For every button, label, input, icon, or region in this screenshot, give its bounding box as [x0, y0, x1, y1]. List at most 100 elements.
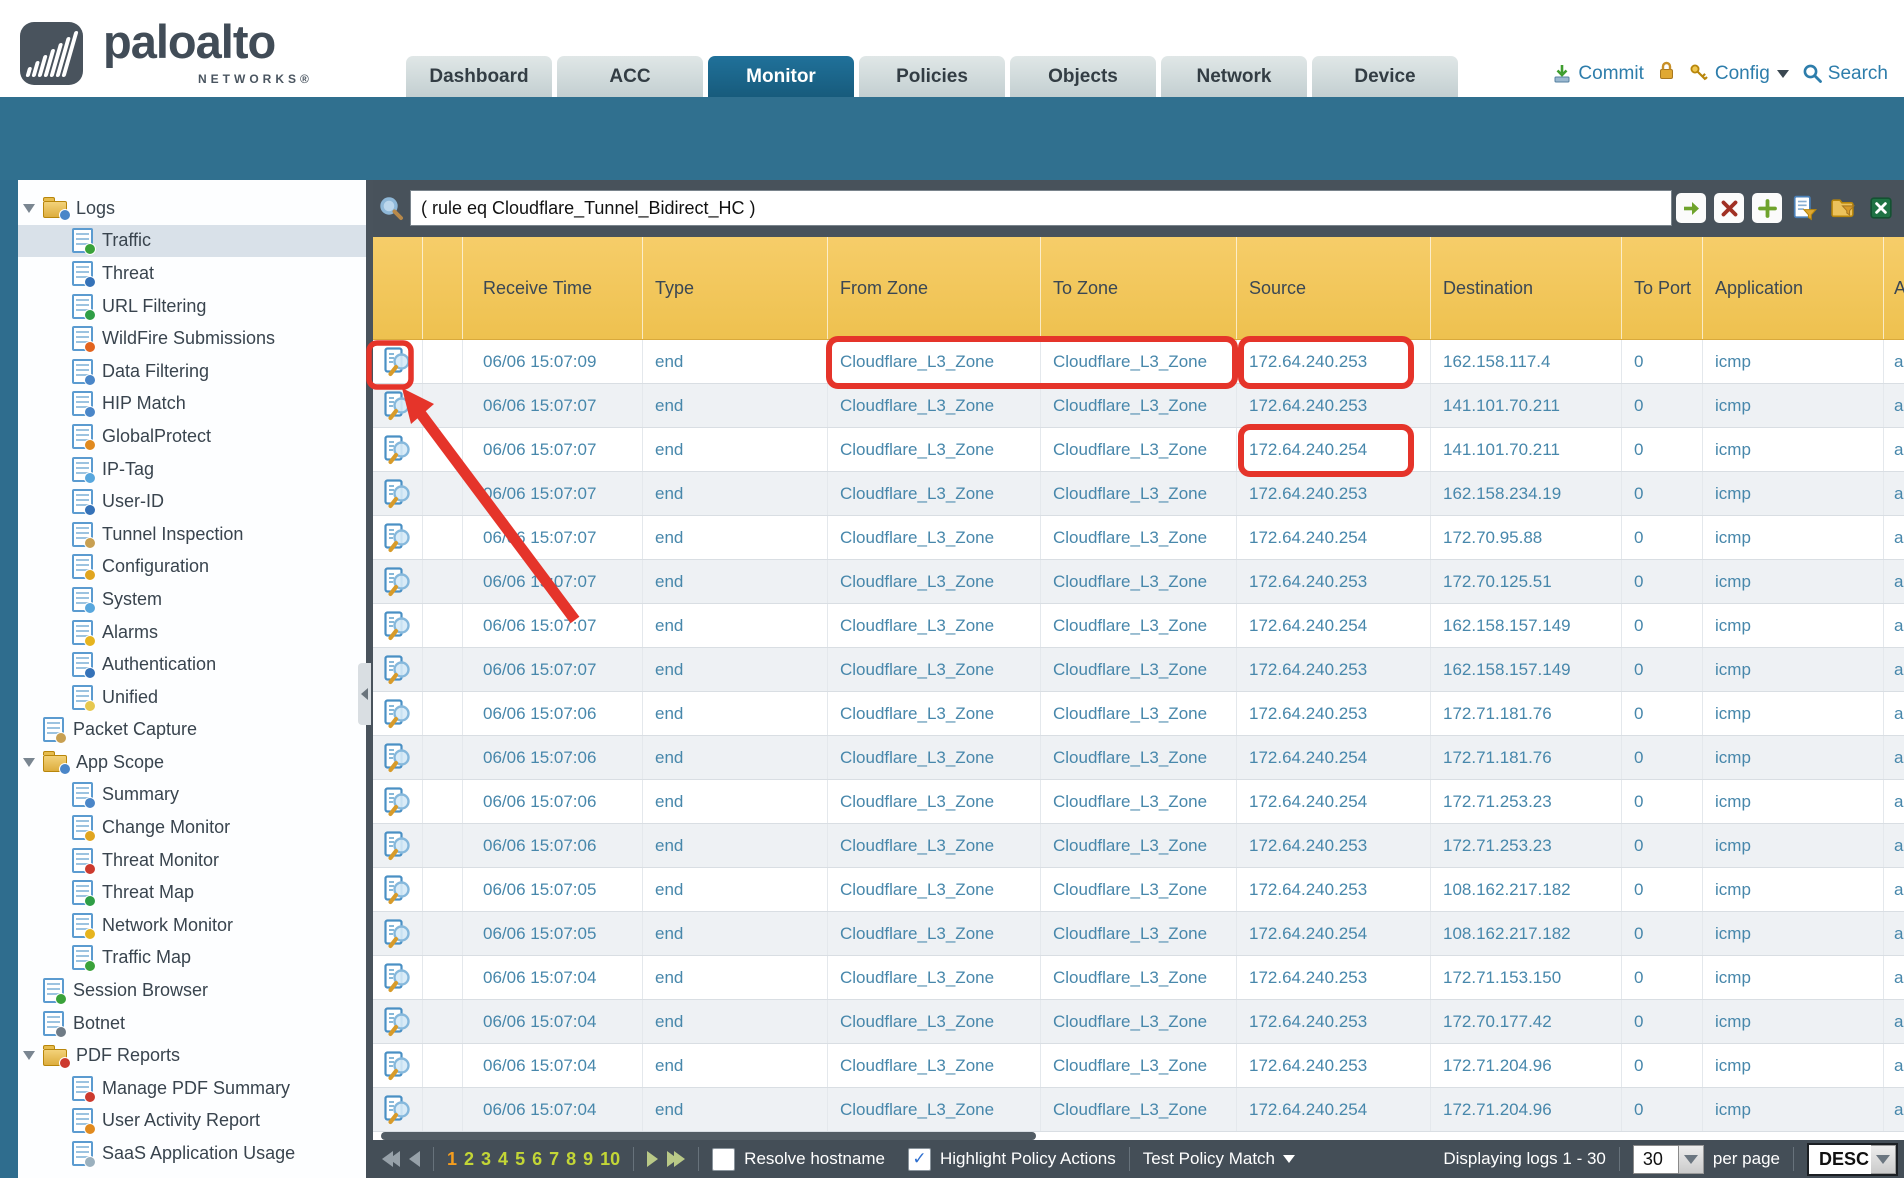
cell-type[interactable]: end	[643, 1000, 828, 1043]
cell-type[interactable]: end	[643, 1044, 828, 1087]
table-row[interactable]: 06/06 15:07:07endCloudflare_L3_ZoneCloud…	[373, 472, 1904, 516]
sidebar-item-threat-map[interactable]: Threat Map	[18, 876, 366, 909]
log-detail-icon[interactable]	[382, 1094, 412, 1126]
table-row[interactable]: 06/06 15:07:07endCloudflare_L3_ZoneCloud…	[373, 604, 1904, 648]
cell-source[interactable]: 172.64.240.253	[1237, 956, 1431, 999]
last-page-button[interactable]	[667, 1151, 685, 1167]
cell-app[interactable]: icmp	[1703, 780, 1884, 823]
test-policy-match-button[interactable]: Test Policy Match	[1143, 1149, 1295, 1169]
cell-to[interactable]: Cloudflare_L3_Zone	[1041, 780, 1237, 823]
cell-to[interactable]: Cloudflare_L3_Zone	[1041, 912, 1237, 955]
sidebar-collapse-handle[interactable]	[358, 663, 371, 725]
sidebar-item-summary[interactable]: Summary	[18, 779, 366, 812]
table-row[interactable]: 06/06 15:07:07endCloudflare_L3_ZoneCloud…	[373, 384, 1904, 428]
filter-query-input[interactable]	[410, 190, 1672, 226]
cell-port[interactable]: 0	[1622, 736, 1703, 779]
col-from-zone[interactable]: From Zone	[828, 237, 1041, 339]
cell-destination[interactable]: 162.158.234.19	[1431, 472, 1622, 515]
log-detail-icon[interactable]	[382, 566, 412, 598]
cell-from[interactable]: Cloudflare_L3_Zone	[828, 1044, 1041, 1087]
cell-destination[interactable]: 172.71.204.96	[1431, 1088, 1622, 1131]
cell-app[interactable]: icmp	[1703, 736, 1884, 779]
cell-action[interactable]: a	[1884, 780, 1904, 823]
log-detail-icon[interactable]	[382, 522, 412, 554]
cell-source[interactable]: 172.64.240.254	[1237, 516, 1431, 559]
cell-type[interactable]: end	[643, 384, 828, 427]
cell-app[interactable]: icmp	[1703, 956, 1884, 999]
cell-action[interactable]: a	[1884, 692, 1904, 735]
cell-from[interactable]: Cloudflare_L3_Zone	[828, 824, 1041, 867]
cell-app[interactable]: icmp	[1703, 648, 1884, 691]
cell-app[interactable]: icmp	[1703, 472, 1884, 515]
cell-source[interactable]: 172.64.240.253	[1237, 1044, 1431, 1087]
table-row[interactable]: 06/06 15:07:05endCloudflare_L3_ZoneCloud…	[373, 868, 1904, 912]
expand-caret-icon[interactable]	[23, 758, 35, 767]
cell-action[interactable]: a	[1884, 472, 1904, 515]
config-button[interactable]: Config	[1689, 63, 1789, 85]
sidebar-item-threat-monitor[interactable]: Threat Monitor	[18, 844, 366, 877]
sidebar-item-logs[interactable]: Logs	[18, 192, 366, 225]
table-row[interactable]: 06/06 15:07:06endCloudflare_L3_ZoneCloud…	[373, 692, 1904, 736]
cell-action[interactable]: a	[1884, 1044, 1904, 1087]
cell-destination[interactable]: 108.162.217.182	[1431, 912, 1622, 955]
table-row[interactable]: 06/06 15:07:07endCloudflare_L3_ZoneCloud…	[373, 428, 1904, 472]
cell-destination[interactable]: 172.71.181.76	[1431, 692, 1622, 735]
cell-to[interactable]: Cloudflare_L3_Zone	[1041, 736, 1237, 779]
cell-from[interactable]: Cloudflare_L3_Zone	[828, 736, 1041, 779]
sidebar-item-threat[interactable]: Threat	[18, 257, 366, 290]
cell-destination[interactable]: 172.71.253.23	[1431, 780, 1622, 823]
cell-app[interactable]: icmp	[1703, 384, 1884, 427]
cell-port[interactable]: 0	[1622, 956, 1703, 999]
page-7[interactable]: 7	[549, 1149, 559, 1170]
table-row[interactable]: 06/06 15:07:04endCloudflare_L3_ZoneCloud…	[373, 1044, 1904, 1088]
cell-destination[interactable]: 141.101.70.211	[1431, 384, 1622, 427]
col-destination[interactable]: Destination	[1431, 237, 1622, 339]
cell-from[interactable]: Cloudflare_L3_Zone	[828, 428, 1041, 471]
cell-port[interactable]: 0	[1622, 1000, 1703, 1043]
cell-action[interactable]: a	[1884, 384, 1904, 427]
cell-port[interactable]: 0	[1622, 1088, 1703, 1131]
cell-action[interactable]: a	[1884, 428, 1904, 471]
page-1[interactable]: 1	[447, 1149, 457, 1170]
page-8[interactable]: 8	[566, 1149, 576, 1170]
tab-objects[interactable]: Objects	[1010, 56, 1156, 97]
table-row[interactable]: 06/06 15:07:06endCloudflare_L3_ZoneCloud…	[373, 780, 1904, 824]
cell-source[interactable]: 172.64.240.254	[1237, 604, 1431, 647]
cell-destination[interactable]: 172.71.253.23	[1431, 824, 1622, 867]
cell-action[interactable]: a	[1884, 736, 1904, 779]
cell-app[interactable]: icmp	[1703, 428, 1884, 471]
cell-source[interactable]: 172.64.240.253	[1237, 868, 1431, 911]
table-row[interactable]: 06/06 15:07:09endCloudflare_L3_ZoneCloud…	[373, 340, 1904, 384]
table-row[interactable]: 06/06 15:07:07endCloudflare_L3_ZoneCloud…	[373, 516, 1904, 560]
cell-from[interactable]: Cloudflare_L3_Zone	[828, 648, 1041, 691]
cell-to[interactable]: Cloudflare_L3_Zone	[1041, 428, 1237, 471]
log-detail-icon[interactable]	[382, 1006, 412, 1038]
per-page-select[interactable]: 30	[1633, 1145, 1704, 1174]
prev-page-button[interactable]	[409, 1151, 420, 1167]
expand-caret-icon[interactable]	[23, 204, 35, 213]
cell-action[interactable]: a	[1884, 604, 1904, 647]
cell-source[interactable]: 172.64.240.253	[1237, 340, 1431, 383]
cell-port[interactable]: 0	[1622, 428, 1703, 471]
commit-button[interactable]: Commit	[1551, 63, 1643, 85]
cell-action[interactable]: a	[1884, 912, 1904, 955]
log-detail-icon[interactable]	[382, 610, 412, 642]
col-to-zone[interactable]: To Zone	[1041, 237, 1237, 339]
cell-app[interactable]: icmp	[1703, 824, 1884, 867]
cell-destination[interactable]: 172.70.125.51	[1431, 560, 1622, 603]
horizontal-scrollbar-thumb[interactable]	[381, 1132, 1036, 1140]
save-filter-button[interactable]	[1790, 193, 1820, 223]
cell-app[interactable]: icmp	[1703, 912, 1884, 955]
cell-source[interactable]: 172.64.240.253	[1237, 560, 1431, 603]
cell-destination[interactable]: 162.158.117.4	[1431, 340, 1622, 383]
cell-port[interactable]: 0	[1622, 780, 1703, 823]
cell-type[interactable]: end	[643, 824, 828, 867]
page-9[interactable]: 9	[583, 1149, 593, 1170]
horizontal-scrollbar-track[interactable]	[373, 1132, 1904, 1140]
cell-from[interactable]: Cloudflare_L3_Zone	[828, 516, 1041, 559]
cell-app[interactable]: icmp	[1703, 1000, 1884, 1043]
cell-type[interactable]: end	[643, 472, 828, 515]
cell-to[interactable]: Cloudflare_L3_Zone	[1041, 1044, 1237, 1087]
col-to-port[interactable]: To Port	[1622, 237, 1703, 339]
cell-destination[interactable]: 141.101.70.211	[1431, 428, 1622, 471]
